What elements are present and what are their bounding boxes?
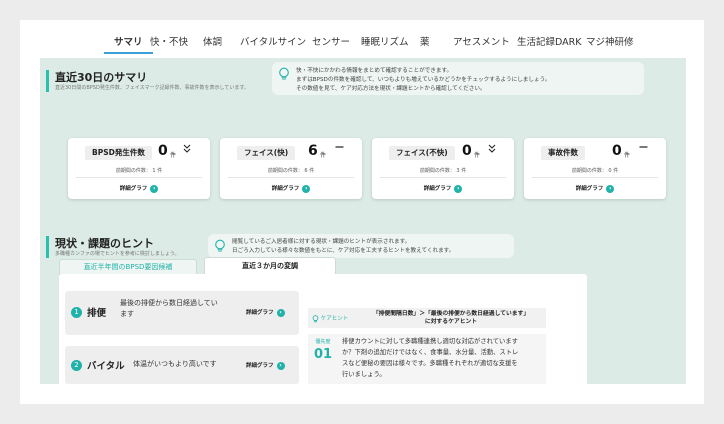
- app-frame: サマリ 快・不快 体調 バイタルサイン センサー 睡眠リズム 薬 アセスメント …: [20, 20, 704, 404]
- hints-panel: 1 排便 最後の排便から数日経過してい ます 詳細グラフ › 2 バイタル 体温が…: [59, 274, 587, 384]
- double-chevron-down-icon: [183, 144, 191, 157]
- tab-medicine[interactable]: 薬: [420, 34, 430, 48]
- care-hint-box: ケアヒント 「排便間隔日数」＞「最後の排便から数日経過しています」 に対するケア…: [308, 308, 546, 384]
- card-label: フェイス(快): [237, 146, 296, 160]
- chevron-right-icon: ›: [454, 184, 463, 193]
- hints-accent-bar: [46, 236, 49, 258]
- hints-info-box: 閲覧しているご入居者様に対する現状・課題のヒントが表示されます。 日ごろ入力して…: [208, 234, 514, 258]
- hint-description: 最後の排便から数日経過してい ます: [120, 299, 218, 318]
- card-previous-count: 前期間の件数： 6 件: [267, 168, 315, 174]
- bpsd-count-card: BPSD発生件数 0 件 前期間の件数： 1 件 詳細グラフ ›: [68, 138, 210, 199]
- tab-sensor[interactable]: センサー: [312, 34, 350, 48]
- tab-bar: サマリ 快・不快 体調 バイタルサイン センサー 睡眠リズム 薬 アセスメント …: [20, 34, 704, 56]
- card-previous-count: 前期間の件数： 3 件: [419, 168, 467, 174]
- chevron-right-icon: ›: [276, 308, 285, 317]
- card-label: フェイス(不快): [389, 146, 455, 160]
- tab-assessment[interactable]: アセスメント: [453, 34, 510, 48]
- card-count: 0: [612, 143, 622, 159]
- hint-number: 1: [71, 307, 82, 318]
- card-divider: [380, 177, 506, 178]
- face-comfort-card: フェイス(快) 6 件 前期間の件数： 6 件 詳細グラフ ›: [220, 138, 362, 199]
- summary-info-box: 快・不快にかかわる情報をまとめて確認することができます。 まずはBPSDの件数を…: [272, 62, 644, 95]
- chevron-right-icon: ›: [150, 184, 159, 193]
- care-hint-body: 優先度 01 排便カウントに対して多職種連携し適切な対応がされています か？下剤…: [308, 334, 546, 384]
- card-unit: 件: [624, 152, 631, 159]
- summary-info-text: 快・不快にかかわる情報をまとめて確認することができます。 まずはBPSDの件数を…: [296, 67, 550, 94]
- dash-flat-icon: [639, 142, 648, 155]
- hint-number: 2: [71, 360, 82, 371]
- dash-flat-icon: [335, 142, 344, 155]
- tab-life-record-dark[interactable]: 生活記録DARK: [517, 34, 581, 48]
- tab-comfort[interactable]: 快・不快: [150, 34, 188, 48]
- detail-graph-link[interactable]: 詳細グラフ ›: [246, 308, 285, 317]
- info-line: 閲覧しているご入居者様に対する現状・課題のヒントが表示されます。: [232, 239, 411, 245]
- summary-subtitle: 直近30日間のBPSD発生件数、フェイスマーク記録件数、事故件数を表示しています…: [55, 85, 249, 91]
- detail-graph-link[interactable]: 詳細グラフ ›: [220, 184, 362, 193]
- card-previous-count: 前期間の件数： 0 件: [571, 168, 619, 174]
- lightbulb-icon: [312, 314, 319, 322]
- hints-subtitle: 多職種カンファの場でヒントを参考に検討しましょう。: [55, 251, 180, 257]
- care-hint-title: 「排便間隔日数」＞「最後の排便から数日経過しています」 に対するケアヒント: [372, 311, 530, 325]
- care-hint-tag: ケアヒント: [312, 314, 348, 323]
- card-count: 6: [308, 143, 318, 159]
- card-unit: 件: [320, 152, 327, 159]
- accident-count-card: 事故件数 0 件 前期間の件数： 0 件 詳細グラフ ›: [524, 138, 666, 199]
- double-chevron-down-icon: [488, 144, 496, 157]
- tab-vital-signs[interactable]: バイタルサイン: [240, 34, 306, 48]
- tab-condition[interactable]: 体調: [203, 34, 222, 48]
- hints-info-text: 閲覧しているご入居者様に対する現状・課題のヒントが表示されます。 日ごろ入力して…: [232, 238, 454, 256]
- face-discomfort-card: フェイス(不快) 0 件 前期間の件数： 3 件 詳細グラフ ›: [372, 138, 514, 199]
- care-hint-header: ケアヒント 「排便間隔日数」＞「最後の排便から数日経過しています」 に対するケア…: [308, 308, 546, 328]
- chevron-right-icon: ›: [606, 184, 615, 193]
- card-divider: [532, 177, 658, 178]
- card-divider: [228, 177, 354, 178]
- card-divider: [76, 177, 202, 178]
- hint-row[interactable]: 1 排便 最後の排便から数日経過してい ます 詳細グラフ ›: [65, 291, 299, 335]
- hint-name: バイタル: [87, 361, 125, 372]
- hint-name: 排便: [87, 308, 107, 319]
- summary-accent-bar: [46, 70, 49, 92]
- detail-graph-link[interactable]: 詳細グラフ ›: [524, 184, 666, 193]
- lightbulb-icon: [279, 67, 289, 80]
- chevron-right-icon: ›: [276, 361, 285, 370]
- hint-description: 体温がいつもより高いです: [133, 360, 217, 368]
- info-line: 日ごろ入力している様々な数値をもとに、ケア対応を工夫するヒントを教えてくれます。: [232, 248, 455, 254]
- card-previous-count: 前期間の件数： 1 件: [115, 168, 163, 174]
- detail-graph-link[interactable]: 詳細グラフ ›: [372, 184, 514, 193]
- detail-graph-link[interactable]: 詳細グラフ ›: [68, 184, 210, 193]
- card-count: 0: [158, 143, 168, 159]
- card-label: 事故件数: [541, 146, 585, 160]
- priority-label: 優先度: [315, 339, 331, 345]
- detail-graph-link[interactable]: 詳細グラフ ›: [246, 361, 285, 370]
- info-line: 快・不快にかかわる情報をまとめて確認することができます。: [296, 68, 453, 74]
- tab-bpsd-factors[interactable]: 直近半年間のBPSD要因候補: [59, 259, 197, 275]
- priority-indicator: 優先度 01: [314, 338, 332, 362]
- card-label: BPSD発生件数: [85, 146, 152, 160]
- tab-summary[interactable]: サマリ: [104, 34, 152, 54]
- priority-number: 01: [314, 347, 333, 362]
- tab-sleep-rhythm[interactable]: 睡眠リズム: [361, 34, 409, 48]
- card-unit: 件: [474, 152, 481, 159]
- info-line: その数値を見て、ケア対応方法を現状・課題ヒントから確認してください。: [296, 86, 486, 92]
- tab-recent-changes[interactable]: 直近３か月の変調: [204, 257, 336, 275]
- lightbulb-icon: [215, 239, 225, 252]
- care-hint-text: 排便カウントに対して多職種連携し適切な対応がされています か？下剤の追加だけでは…: [342, 338, 519, 378]
- card-unit: 件: [170, 152, 177, 159]
- chevron-right-icon: ›: [302, 184, 311, 193]
- summary-title: 直近30日のサマリ: [55, 71, 148, 84]
- tab-training[interactable]: マジ神研修: [586, 34, 634, 48]
- hint-row[interactable]: 2 バイタル 体温がいつもより高いです 詳細グラフ ›: [65, 346, 299, 384]
- info-line: まずはBPSDの件数を確認して、いつもよりも増えているかどうかをチェックするよう…: [296, 77, 551, 83]
- hints-title: 現状・課題のヒント: [55, 237, 154, 250]
- card-count: 0: [462, 143, 472, 159]
